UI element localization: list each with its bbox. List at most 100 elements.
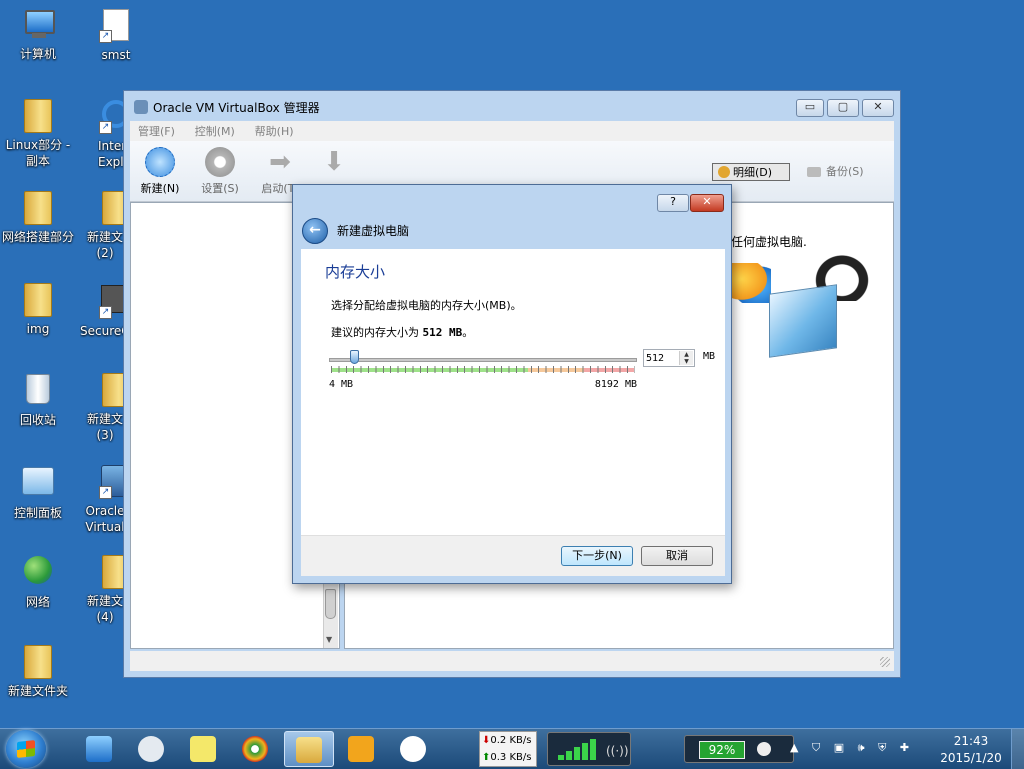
recycle-bin-icon <box>21 374 55 408</box>
taskbar-item-computer[interactable] <box>74 731 124 767</box>
desktop-icon-network[interactable]: 网络 <box>0 554 76 610</box>
show-desktop-button[interactable] <box>1011 729 1024 769</box>
power-plug-icon <box>757 742 771 756</box>
maximize-button[interactable]: ▢ <box>827 99 859 117</box>
scrollbar-thumb[interactable] <box>325 589 336 619</box>
download-speed-value: 0.2 KB/s <box>490 735 532 746</box>
desktop-icon-smst[interactable]: ↗ smst <box>78 8 154 63</box>
desktop-icon-control-panel[interactable]: 控制面板 <box>0 464 76 521</box>
spin-down-icon[interactable]: ▼ <box>679 358 693 365</box>
minimize-button[interactable]: ▭ <box>796 99 824 117</box>
folder-icon <box>21 645 55 679</box>
tray-volume-icon[interactable]: 🕪 <box>858 741 865 754</box>
settings-button[interactable]: 设置(S) <box>194 147 246 196</box>
gear-icon <box>205 147 235 177</box>
system-tray: ▲ ⛉ ▣ 🕪 ⛨ ✚ <box>790 741 919 757</box>
discard-button[interactable]: ⬇ <box>308 147 360 180</box>
arrow-down-icon: ⬇ <box>323 147 345 177</box>
browser-icon <box>242 736 268 762</box>
resize-grip-icon[interactable] <box>880 657 890 667</box>
slider-thumb[interactable] <box>350 350 359 364</box>
app-icon <box>400 736 426 762</box>
menu-manage[interactable]: 管理(F) <box>138 123 175 139</box>
menu-bar: 管理(F) 控制(M) 帮助(H) <box>130 121 894 141</box>
window-titlebar[interactable]: Oracle VM VirtualBox 管理器 ▭ ▢ ✕ <box>124 91 900 121</box>
taskbar-item-network-tool[interactable] <box>126 731 176 767</box>
desktop-icon-label: 新建文 (2) <box>86 230 123 260</box>
desktop-icon-label: smst <box>101 48 131 62</box>
desktop-icon-label: 网络搭建部分 <box>1 230 74 244</box>
desktop-icon-computer[interactable]: 计算机 <box>0 8 76 62</box>
desktop-icon-linux-copy[interactable]: Linux部分 - 副本 <box>0 98 76 169</box>
tray-security-icon[interactable]: ⛨ <box>878 741 886 754</box>
signal-widget[interactable]: ((·)) <box>547 732 631 766</box>
download-speed: ⬇0.2 KB/s <box>480 732 536 749</box>
memory-spinbox[interactable]: ▲ ▼ <box>643 349 695 367</box>
virtualbox-icon <box>348 736 374 762</box>
desktop-icon-label: 新建文 (3) <box>86 412 123 442</box>
slider-track <box>329 358 637 362</box>
cancel-button[interactable]: 取消 <box>641 546 713 566</box>
desktop-icon-label: 网络 <box>25 595 50 609</box>
taskbar-item-explorer[interactable] <box>284 731 334 767</box>
next-button[interactable]: 下一步(N) <box>561 546 633 566</box>
folder-icon <box>296 737 322 763</box>
slider-min-label: 4 MB <box>329 379 354 390</box>
desktop-icon-label: 回收站 <box>19 413 56 427</box>
desktop-icon-label: Oracle Virtual <box>85 504 125 534</box>
clock[interactable]: 21:43 2015/1/20 <box>932 733 1010 767</box>
svg-text:((·)): ((·)) <box>606 744 629 758</box>
details-button[interactable]: 明细(D) <box>712 163 790 181</box>
memory-slider[interactable]: 4 MB 8192 MB <box>329 350 637 391</box>
gear-icon <box>718 166 730 178</box>
welcome-illustration <box>729 249 899 379</box>
spin-up-icon[interactable]: ▲ <box>679 351 693 358</box>
tray-shield-icon[interactable]: ⛉ <box>812 741 820 754</box>
instruction-text: 选择分配给虚拟电脑的内存大小(MB)。 <box>331 299 522 312</box>
desktop-icon-label: 计算机 <box>19 47 56 61</box>
desktop-icon-newfolder[interactable]: 新建文件夹 <box>0 644 76 699</box>
desktop-icon-label: 新建文件夹 <box>7 684 68 698</box>
folder-icon <box>21 99 55 133</box>
menu-control[interactable]: 控制(M) <box>195 123 235 139</box>
welcome-text: 任何虚拟电脑. <box>731 235 807 249</box>
start-button[interactable] <box>6 730 46 768</box>
dialog-footer: 下一步(N) 取消 <box>301 535 725 576</box>
taskbar-item-virtualbox[interactable] <box>336 731 386 767</box>
desktop-icon-img[interactable]: img <box>0 282 76 337</box>
taskbar-item-browser[interactable] <box>230 731 280 767</box>
virtualbox-logo-icon <box>134 100 148 114</box>
tray-network-icon[interactable]: ▣ <box>834 741 844 754</box>
upload-speed: ⬆0.3 KB/s <box>480 749 536 766</box>
slider-ticks <box>331 366 635 373</box>
new-vm-button[interactable]: 新建(N) <box>134 147 186 196</box>
memory-value-input[interactable] <box>646 351 680 365</box>
network-icon <box>21 556 55 590</box>
desktop-icon-network-setup[interactable]: 网络搭建部分 <box>0 190 76 245</box>
menu-help[interactable]: 帮助(H) <box>255 123 294 139</box>
close-button[interactable]: ✕ <box>862 99 894 117</box>
tray-arrow-icon[interactable]: ▲ <box>790 741 798 754</box>
sticky-notes-icon <box>190 736 216 762</box>
settings-label: 设置(S) <box>201 182 239 195</box>
help-button[interactable]: ? <box>657 194 689 212</box>
tray-plus-icon[interactable]: ✚ <box>900 741 909 754</box>
scroll-down-icon[interactable]: ▼ <box>326 635 332 644</box>
folder-icon <box>21 283 55 317</box>
taskbar-item-notes[interactable] <box>178 731 228 767</box>
new-vm-dialog: ? ✕ ← 新建虚拟电脑 内存大小 选择分配给虚拟电脑的内存大小(MB)。 建议… <box>292 184 732 584</box>
snapshots-button[interactable]: 备份(S) <box>802 163 880 181</box>
status-bar <box>130 651 894 671</box>
taskbar-item-app[interactable] <box>388 731 438 767</box>
back-button[interactable]: ← <box>302 218 328 244</box>
clock-time: 21:43 <box>953 734 989 748</box>
clock-date: 2015/1/20 <box>940 751 1002 765</box>
window-title: Oracle VM VirtualBox 管理器 <box>153 101 320 115</box>
new-vm-label: 新建(N) <box>140 182 180 195</box>
recommended-memory-value: 512 MB <box>422 326 463 339</box>
battery-widget[interactable]: 92% <box>684 735 794 763</box>
desktop-icon-recycle-bin[interactable]: 回收站 <box>0 372 76 428</box>
dialog-header: ← 新建虚拟电脑 <box>293 215 731 249</box>
desktop-icon-label: 控制面板 <box>13 506 62 520</box>
dialog-close-button[interactable]: ✕ <box>690 194 724 212</box>
